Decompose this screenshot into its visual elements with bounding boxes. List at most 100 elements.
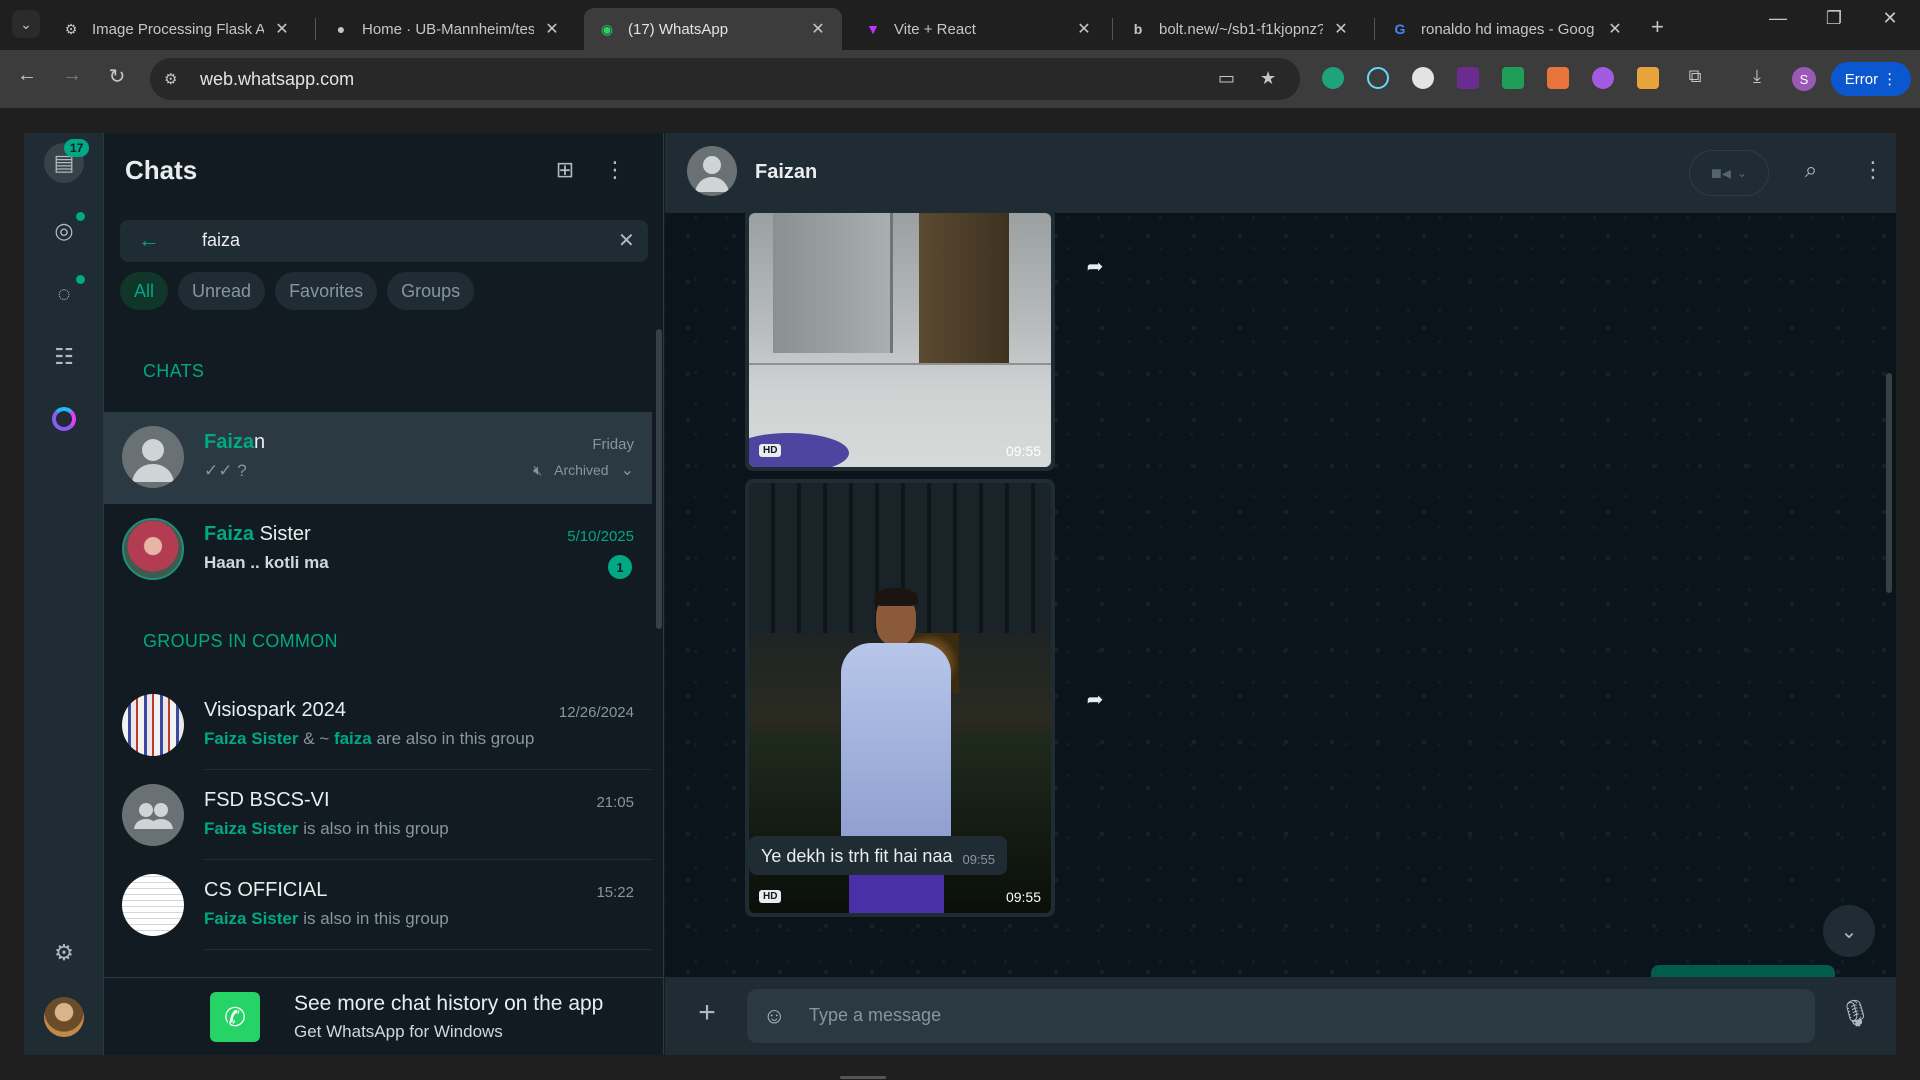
minimize-icon[interactable]: — — [1758, 8, 1798, 29]
close-window-icon[interactable]: ✕ — [1870, 8, 1910, 29]
tab-title: Vite + React — [894, 20, 976, 38]
chevron-down-icon: ⌄ — [1736, 166, 1747, 180]
hd-badge: HD — [759, 890, 782, 903]
forward-icon[interactable]: ➦ — [1077, 681, 1113, 717]
channels-new-dot — [76, 275, 85, 284]
conversation-header[interactable]: Faizan ■◂ ⌄ ⌕ ⋮ — [665, 133, 1896, 213]
video-call-button[interactable]: ■◂ ⌄ — [1689, 150, 1769, 196]
filter-favorites[interactable]: Favorites — [275, 272, 378, 310]
profile-avatar[interactable]: S — [1792, 67, 1816, 91]
browser-tab[interactable]: ⚙ Image Processing Flask API ✕ — [48, 8, 306, 50]
bookmark-star-icon[interactable]: ★ — [1260, 68, 1276, 89]
restore-icon[interactable]: ❐ — [1814, 8, 1854, 29]
group-name: FSD BSCS-VI — [204, 789, 330, 811]
browser-error-button[interactable]: Error ⋮ — [1831, 62, 1911, 96]
chat-meta: 🔇︎ Archived ⌄ — [533, 460, 634, 480]
error-label: Error — [1844, 70, 1879, 88]
new-chat-icon[interactable]: ⊞ — [550, 157, 580, 183]
search-input[interactable] — [202, 230, 582, 251]
attach-plus-icon[interactable]: + — [687, 996, 727, 1030]
search-icon[interactable]: ⌕ — [1796, 157, 1826, 183]
extension-icon[interactable] — [1592, 67, 1614, 89]
filter-all[interactable]: All — [120, 272, 169, 310]
filter-groups[interactable]: Groups — [387, 272, 475, 310]
extension-icon[interactable] — [1412, 67, 1434, 89]
shield-extension-icon[interactable] — [1502, 67, 1524, 89]
chat-row-faizan[interactable]: Faizan Friday ✓✓ ? 🔇︎ Archived ⌄ — [104, 412, 652, 504]
tab-search-dropdown[interactable]: ⌄ — [12, 10, 40, 38]
extension-icon[interactable] — [1547, 67, 1569, 89]
address-bar[interactable]: ⚙ web.whatsapp.com ▭ ★ — [150, 58, 1300, 100]
unread-count-badge: 17 — [64, 139, 90, 157]
default-avatar — [122, 426, 184, 488]
panel-title: Chats — [125, 155, 198, 185]
section-header-groups: GROUPS IN COMMON — [143, 631, 338, 651]
microphone-icon[interactable]: 🎙︎ — [1835, 998, 1875, 1029]
desktop-app-promo[interactable]: ✆ See more chat history on the app Get W… — [104, 977, 663, 1055]
menu-kebab-icon[interactable]: ⋮ — [1858, 157, 1888, 183]
browser-tab[interactable]: ● Home · UB-Mannheim/tess ✕ — [318, 8, 576, 50]
browser-tab[interactable]: ▼ Vite + React ✕ — [850, 8, 1108, 50]
browser-tab[interactable]: G ronaldo hd images - Goog ✕ — [1377, 8, 1639, 50]
chevron-down-icon[interactable]: ⌄ — [621, 460, 634, 480]
extension-icon[interactable] — [1637, 67, 1659, 89]
contact-avatar[interactable] — [687, 146, 737, 196]
composer-box[interactable]: ☺ — [747, 989, 1815, 1043]
image-message[interactable]: HD 09:55 — [745, 213, 1055, 471]
back-arrow-icon[interactable]: ← — [138, 227, 160, 253]
text-message[interactable]: Ye dekh is trh fit hai naa 09:55 — [749, 836, 1008, 875]
forward-icon[interactable]: ➦ — [1077, 248, 1113, 284]
close-tab-icon[interactable]: ✕ — [1074, 19, 1094, 39]
my-profile-avatar[interactable] — [44, 997, 84, 1037]
group-row-fsd-bscs[interactable]: FSD BSCS-VI 21:05 Faiza Sister is also i… — [104, 770, 652, 860]
downloads-icon[interactable]: ⤓ — [1742, 66, 1772, 87]
scroll-to-bottom-button[interactable]: ⌄ — [1823, 905, 1875, 957]
new-tab-button[interactable]: + — [1651, 14, 1664, 40]
message-input[interactable] — [809, 1005, 1709, 1026]
group-row-cs-official[interactable]: CS OFFICIAL 15:22 Faiza Sister is also i… — [104, 860, 652, 950]
contact-name[interactable]: Faizan — [755, 161, 817, 184]
back-icon[interactable]: ← — [12, 64, 42, 87]
close-tab-icon[interactable]: ✕ — [1605, 19, 1625, 39]
settings-gear-icon[interactable]: ⚙ — [44, 933, 84, 973]
outgoing-message-peek — [1651, 965, 1835, 977]
forward-icon[interactable]: → — [57, 64, 87, 87]
filter-unread[interactable]: Unread — [178, 272, 266, 310]
group-row-visiospark[interactable]: Visiospark 2024 12/26/2024 Faiza Sister … — [104, 680, 652, 770]
install-app-icon[interactable]: ▭ — [1218, 68, 1235, 89]
conversation-panel: Faizan ■◂ ⌄ ⌕ ⋮ HD 09:55 ➦ HD 09:55 ➦ Ye… — [665, 133, 1896, 1055]
chat-name: Faizan — [204, 431, 266, 453]
site-info-icon[interactable]: ⚙ — [164, 70, 188, 88]
menu-kebab-icon[interactable]: ⋮ — [600, 157, 630, 183]
meta-ai-icon[interactable] — [44, 399, 84, 439]
group-name: Visiospark 2024 — [204, 699, 346, 721]
url-text[interactable]: web.whatsapp.com — [200, 69, 354, 90]
emoji-sticker-icon[interactable]: ☺ — [763, 1003, 785, 1029]
tab-title: ronaldo hd images - Goog — [1421, 20, 1595, 38]
close-tab-icon[interactable]: ✕ — [272, 19, 292, 39]
group-time: 15:22 — [596, 884, 634, 901]
photo-thumbnail[interactable]: HD 09:55 — [749, 213, 1051, 467]
browser-tab-active[interactable]: ◉ (17) WhatsApp ✕ — [584, 8, 842, 50]
extension-icon[interactable] — [1322, 67, 1344, 89]
message-area: HD 09:55 ➦ HD 09:55 ➦ Ye dekh is trh fit… — [665, 213, 1896, 977]
group-name: CS OFFICIAL — [204, 879, 328, 901]
close-tab-icon[interactable]: ✕ — [542, 19, 562, 39]
chat-row-faiza-sister[interactable]: Faiza Sister 5/10/2025 Haan .. kotli ma … — [104, 504, 652, 596]
communities-nav-icon[interactable]: ☷ — [44, 337, 84, 377]
close-tab-icon[interactable]: ✕ — [808, 19, 828, 39]
extensions-puzzle-icon[interactable]: ⧉ — [1680, 66, 1710, 87]
close-tab-icon[interactable]: ✕ — [1331, 19, 1351, 39]
message-time: 09:55 — [1005, 889, 1041, 905]
tab-title: Home · UB-Mannheim/tess — [362, 20, 534, 38]
react-devtools-icon[interactable] — [1367, 67, 1389, 89]
tool-icon: ⚙ — [64, 20, 78, 37]
scrollbar-thumb[interactable] — [1886, 373, 1892, 593]
chat-time: 5/10/2025 — [567, 528, 634, 545]
browser-tab[interactable]: b bolt.new/~/sb1-f1kjopnz? ✕ — [1115, 8, 1365, 50]
scrollbar-thumb[interactable] — [656, 329, 662, 629]
extension-icon[interactable] — [1457, 67, 1479, 89]
clear-search-icon[interactable]: ✕ — [618, 228, 635, 253]
whatsapp-app: ▤ 17 ◎ ◌ ☷ ⚙ Chats ⊞ ⋮ ← ✕ All Unread Fa… — [24, 133, 1896, 1055]
reload-icon[interactable]: ↻ — [102, 64, 132, 89]
